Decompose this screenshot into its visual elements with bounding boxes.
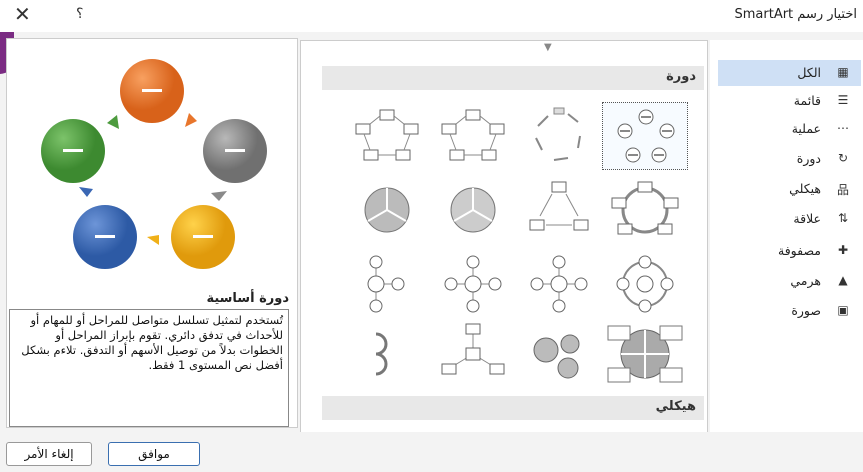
picture-icon: ▣ [837, 303, 849, 317]
title-bar: اختيار رسم SmartArt ✕ ؟ [0, 0, 863, 32]
sidebar-item-pyramid[interactable]: ▲ هرمي [718, 268, 861, 294]
layout-basic-cycle[interactable] [602, 102, 688, 170]
sidebar-item-hierarchy[interactable]: 品 هيكلي [718, 176, 861, 202]
layout-gear[interactable] [516, 320, 602, 388]
layout-basic-pie[interactable] [344, 176, 430, 244]
process-icon: ⋯ [837, 121, 849, 135]
cycle-icon: ↻ [837, 151, 849, 165]
ok-button[interactable]: موافق [108, 442, 200, 466]
sidebar-item-process[interactable]: ⋯ عملية [718, 116, 861, 142]
preview-description: تُستخدم لتمثيل تسلسل متواصل للمراحل أو ل… [9, 309, 289, 427]
sidebar-item-list[interactable]: ☰ قائمة [718, 88, 861, 114]
list-icon: ☰ [837, 93, 849, 107]
layout-multidirectional-cycle[interactable] [516, 176, 602, 244]
arrow-green-orange [107, 115, 119, 129]
layout-continuous-cycle[interactable] [602, 176, 688, 244]
preview-pane: دورة أساسية تُستخدم لتمثيل تسلسل متواصل … [6, 38, 298, 428]
layout-cycle-matrix[interactable] [602, 320, 688, 388]
dialog-title: اختيار رسم SmartArt [734, 7, 858, 22]
hierarchy-icon: 品 [836, 183, 849, 197]
all-icon: ▦ [837, 65, 849, 79]
layout-segmented-cycle[interactable] [430, 176, 516, 244]
arrow-orange-gray [185, 113, 197, 127]
layout-nondirectional-cycle[interactable] [344, 102, 430, 170]
section-header-cycle: دورة [322, 66, 704, 90]
matrix-icon: ✚ [837, 243, 849, 257]
section-header-hierarchy: هيكلي [322, 396, 704, 420]
layout-radial-cycle[interactable] [602, 250, 688, 318]
sidebar-item-relationship[interactable]: ⇅ علاقة [718, 206, 861, 232]
layout-block-cycle[interactable] [430, 102, 516, 170]
arrow-blue-green [79, 187, 93, 197]
help-icon[interactable]: ؟ [76, 6, 83, 22]
scroll-down-icon[interactable]: ▼ [544, 42, 552, 53]
layout-hub[interactable] [430, 320, 516, 388]
sidebar-item-matrix[interactable]: ✚ مصفوفة [718, 238, 861, 264]
sidebar-item-all[interactable]: ▦ الكل [718, 60, 861, 86]
pyramid-icon: ▲ [838, 273, 848, 287]
arrow-yellow-blue [147, 235, 159, 245]
relationship-icon: ⇅ [837, 211, 849, 225]
layout-diverging-radial[interactable] [430, 250, 516, 318]
preview-title: دورة أساسية [206, 291, 289, 306]
sidebar-item-cycle[interactable]: ↻ دورة [718, 146, 861, 172]
layout-radial-cluster[interactable] [344, 250, 430, 318]
cancel-button[interactable]: إلغاء الأمر [6, 442, 92, 466]
category-sidebar: ▦ الكل ☰ قائمة ⋯ عملية ↻ دورة 品 هيكلي ⇅ علاقة … [710, 40, 863, 432]
layout-text-cycle[interactable] [516, 102, 602, 170]
close-icon[interactable]: ✕ [14, 2, 31, 26]
arrow-gray-yellow [211, 191, 227, 201]
preview-graphic [41, 59, 267, 269]
layout-circle-arrow[interactable] [344, 320, 430, 388]
layout-basic-radial[interactable] [516, 250, 602, 318]
sidebar-item-picture[interactable]: ▣ صورة [718, 298, 861, 324]
